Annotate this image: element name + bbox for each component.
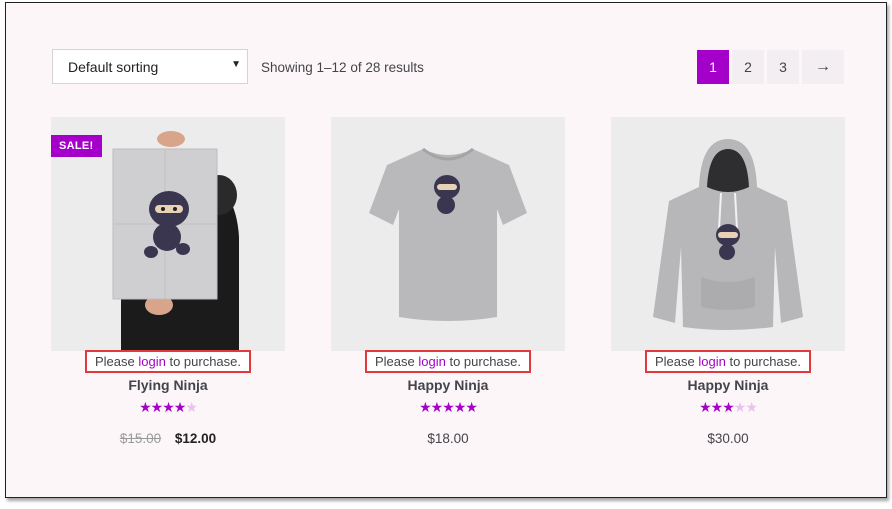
product-title[interactable]: Happy Ninja — [331, 377, 565, 393]
sale-badge: SALE! — [51, 135, 102, 157]
product-image[interactable] — [611, 117, 845, 351]
original-price: $15.00 — [119, 431, 162, 446]
star-rating: ★★★★★ — [51, 399, 285, 416]
login-notice-suffix: to purchase. — [169, 354, 242, 369]
star-filled-icon: ★ — [710, 399, 724, 415]
login-notice: Please login to purchase. — [364, 350, 532, 373]
login-notice: Please login to purchase. — [84, 350, 252, 373]
star-empty-icon: ★ — [733, 399, 747, 415]
sort-dropdown-value: Default sorting — [68, 58, 159, 75]
star-filled-icon: ★ — [139, 399, 152, 415]
ninja-tshirt-image — [331, 117, 565, 351]
star-filled-icon: ★ — [465, 399, 478, 415]
product-price: $30.00 — [707, 431, 749, 446]
page-1-button[interactable]: 1 — [697, 50, 729, 84]
login-notice-prefix: Please — [654, 354, 695, 369]
result-count: Showing 1–12 of 28 results — [261, 60, 424, 75]
star-filled-icon: ★ — [150, 399, 164, 415]
chevron-down-icon: ▼ — [231, 59, 241, 70]
star-rating: ★★★★★ — [611, 399, 845, 416]
star-filled-icon: ★ — [173, 399, 187, 415]
product-title[interactable]: Flying Ninja — [51, 377, 285, 393]
product-image[interactable] — [331, 117, 565, 351]
ninja-hoodie-image — [611, 117, 845, 351]
star-filled-icon: ★ — [722, 399, 735, 415]
login-notice-prefix: Please — [374, 354, 415, 369]
shop-page: Default sorting ▼ Showing 1–12 of 28 res… — [5, 2, 887, 498]
star-filled-icon: ★ — [699, 399, 712, 415]
star-filled-icon: ★ — [430, 399, 444, 415]
star-filled-icon: ★ — [442, 399, 455, 415]
product-card[interactable]: Please login to purchase. Happy Ninja ★★… — [611, 117, 845, 446]
product-title[interactable]: Happy Ninja — [611, 377, 845, 393]
star-empty-icon: ★ — [745, 399, 758, 415]
product-price: $15.00 $12.00 — [51, 431, 285, 446]
star-empty-icon: ★ — [185, 399, 198, 415]
login-link[interactable]: login — [698, 354, 725, 369]
star-filled-icon: ★ — [419, 399, 432, 415]
product-price: $18.00 — [427, 431, 469, 446]
login-link[interactable]: login — [418, 354, 445, 369]
next-page-button[interactable]: → — [802, 50, 844, 84]
login-notice-prefix: Please — [94, 354, 135, 369]
star-filled-icon: ★ — [162, 399, 175, 415]
product-image[interactable]: SALE! — [51, 117, 285, 351]
pagination: 1 2 3 → — [697, 50, 844, 84]
page-2-button[interactable]: 2 — [732, 50, 764, 84]
login-notice: Please login to purchase. — [644, 350, 812, 373]
login-link[interactable]: login — [138, 354, 165, 369]
product-card[interactable]: SALE! Please login to purchase. Flying N… — [51, 117, 285, 446]
star-filled-icon: ★ — [453, 399, 467, 415]
sort-dropdown[interactable]: Default sorting ▼ — [52, 49, 248, 84]
sale-price: $12.00 — [174, 431, 217, 446]
login-notice-suffix: to purchase. — [729, 354, 802, 369]
star-rating: ★★★★★ — [331, 399, 565, 416]
login-notice-suffix: to purchase. — [449, 354, 522, 369]
page-3-button[interactable]: 3 — [767, 50, 799, 84]
product-card[interactable]: Please login to purchase. Happy Ninja ★★… — [331, 117, 565, 446]
